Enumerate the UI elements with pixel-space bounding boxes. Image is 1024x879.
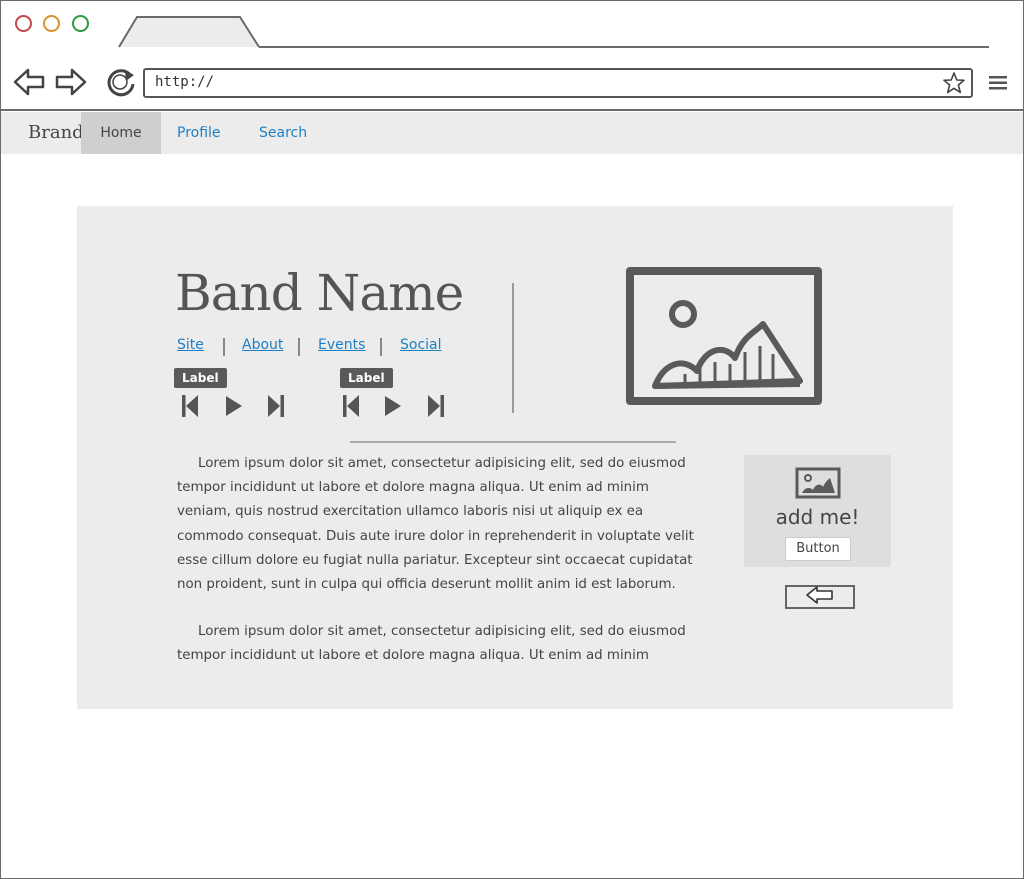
link-separator [298, 338, 300, 356]
link-events[interactable]: Events [318, 337, 365, 353]
maximize-window-icon[interactable] [72, 15, 89, 32]
browser-toolbar: http:// [1, 48, 1023, 111]
player-2-label: Label [340, 368, 393, 388]
left-arrow-icon [805, 585, 835, 609]
body-paragraph-1: Lorem ipsum dolor sit amet, consectetur … [177, 456, 694, 593]
skip-back-icon[interactable] [181, 393, 201, 423]
nav-item-profile[interactable]: Profile [177, 112, 221, 154]
link-social[interactable]: Social [400, 337, 442, 353]
browser-tab[interactable] [118, 15, 260, 48]
address-bar[interactable]: http:// [143, 68, 973, 98]
vertical-divider [512, 283, 514, 413]
back-icon[interactable] [12, 65, 46, 99]
add-me-button[interactable]: Button [785, 537, 851, 561]
star-icon[interactable] [943, 72, 965, 98]
player-1-label: Label [174, 368, 227, 388]
add-me-card: add me! Button [744, 455, 891, 567]
small-image-icon [795, 467, 841, 503]
brand-logo[interactable]: Brand [28, 122, 84, 143]
back-arrow-button[interactable] [785, 585, 855, 609]
menu-icon[interactable] [989, 75, 1007, 95]
site-navbar: Brand Home Profile Search [1, 112, 1023, 154]
minimize-window-icon[interactable] [43, 15, 60, 32]
nav-item-home[interactable]: Home [81, 112, 161, 154]
link-about[interactable]: About [242, 337, 283, 353]
play-icon[interactable] [223, 393, 245, 423]
browser-window: http:// Brand Home Profile Search Band N… [0, 0, 1024, 879]
play-icon[interactable] [382, 393, 404, 423]
body-paragraph-2: Lorem ipsum dolor sit amet, consectetur … [177, 624, 686, 664]
url-text: http:// [155, 74, 215, 90]
forward-icon[interactable] [54, 65, 88, 99]
title-bar [1, 1, 1023, 48]
add-me-text: add me! [775, 505, 860, 529]
link-separator [380, 338, 382, 356]
reload-icon[interactable] [104, 65, 138, 99]
image-placeholder-icon [625, 266, 823, 412]
skip-forward-icon[interactable] [425, 393, 445, 423]
skip-forward-icon[interactable] [265, 393, 285, 423]
link-separator [223, 338, 225, 356]
band-panel: Band Name Site About Events Social Label… [77, 206, 953, 709]
link-site[interactable]: Site [177, 337, 204, 353]
skip-back-icon[interactable] [342, 393, 362, 423]
band-name-heading: Band Name [175, 264, 464, 322]
nav-item-search[interactable]: Search [259, 112, 307, 154]
close-window-icon[interactable] [15, 15, 32, 32]
horizontal-divider [350, 441, 676, 443]
